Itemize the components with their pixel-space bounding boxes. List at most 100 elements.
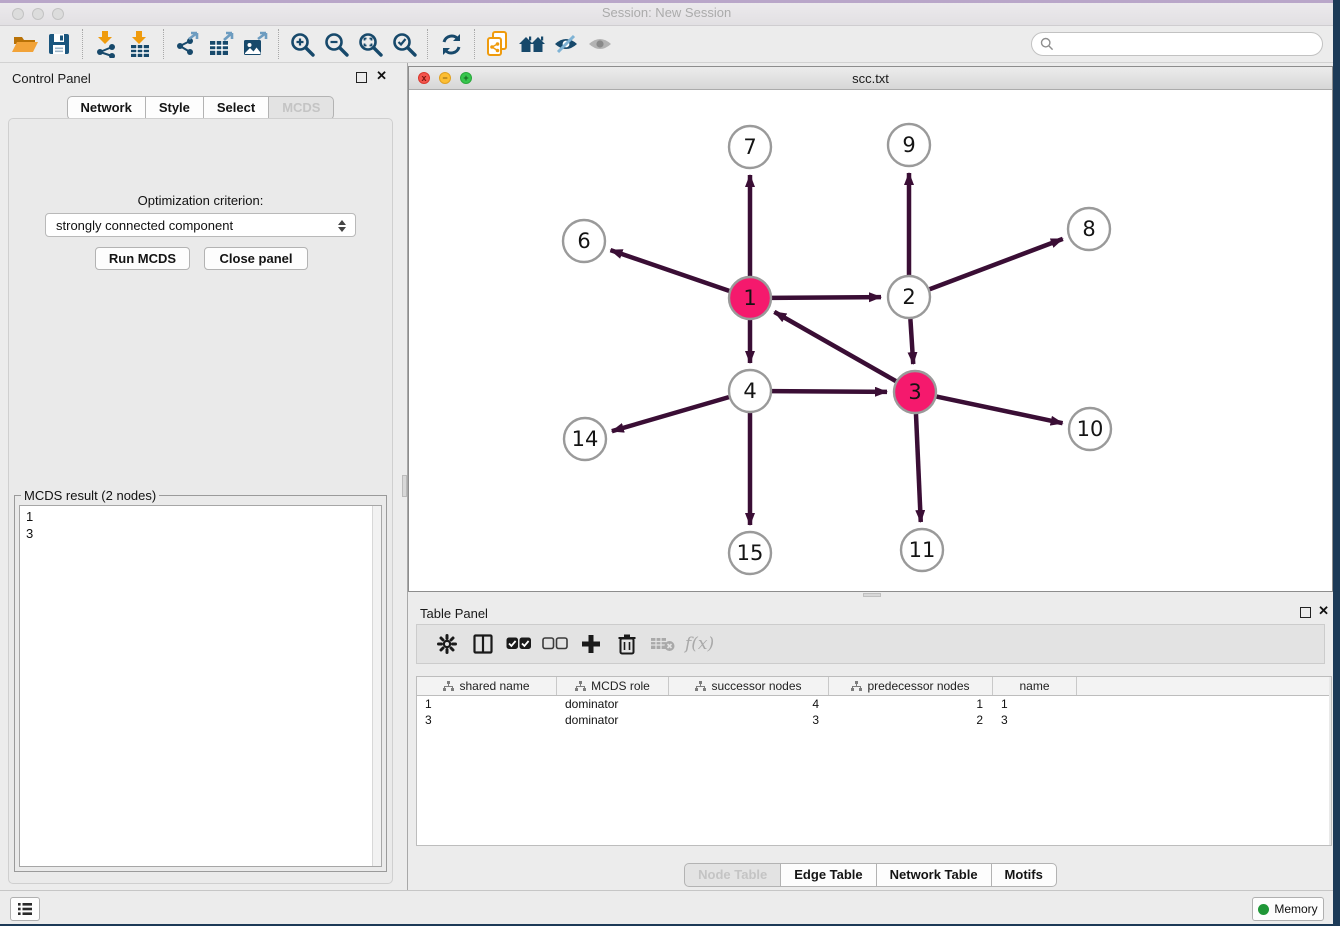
column-header-name[interactable]: name [993, 677, 1077, 695]
result-scrollbar[interactable] [372, 506, 381, 866]
zoom-fit-icon[interactable] [353, 29, 387, 59]
delete-table-icon[interactable] [645, 628, 681, 660]
import-network-file-icon[interactable] [89, 29, 123, 59]
vertical-splitter[interactable] [401, 63, 408, 890]
criterion-select[interactable]: strongly connected component [45, 213, 356, 237]
edge-2-8[interactable] [930, 239, 1063, 289]
tab-select[interactable]: Select [203, 96, 269, 120]
close-panel-icon[interactable]: ✕ [1318, 604, 1329, 618]
node-label-3: 3 [908, 380, 921, 404]
table-panel: Table Panel ✕ [408, 598, 1333, 890]
column-header-predecessor-nodes[interactable]: predecessor nodes [829, 677, 993, 695]
task-history-button[interactable] [10, 897, 40, 921]
export-table-icon[interactable] [204, 29, 238, 59]
splitter-handle[interactable] [863, 593, 881, 597]
table-cell[interactable]: 3 [417, 712, 557, 728]
network-window-titlebar[interactable]: x − + scc.txt [409, 67, 1332, 90]
memory-status-icon [1258, 904, 1269, 915]
tree-icon [695, 681, 706, 692]
column-header-MCDS-role[interactable]: MCDS role [557, 677, 669, 695]
search-input[interactable] [1059, 34, 1322, 54]
node-label-15: 15 [737, 541, 764, 565]
zoom-in-icon[interactable] [285, 29, 319, 59]
node-label-9: 9 [902, 133, 915, 157]
table-cell[interactable]: 1 [993, 696, 1077, 712]
result-line: 3 [26, 525, 375, 542]
open-session-icon[interactable] [8, 29, 42, 59]
column-header-shared-name[interactable]: shared name [417, 677, 557, 695]
tab-motifs[interactable]: Motifs [991, 863, 1057, 887]
home-layout-icon[interactable] [515, 29, 549, 59]
table-cell[interactable]: 3 [669, 712, 829, 728]
column-header-successor-nodes[interactable]: successor nodes [669, 677, 829, 695]
tab-style[interactable]: Style [145, 96, 204, 120]
table-cell[interactable]: 2 [829, 712, 993, 728]
function-builder-icon[interactable]: f(x) [681, 628, 714, 660]
clone-network-view-icon[interactable] [481, 29, 515, 59]
table-scrollbar[interactable] [1329, 677, 1331, 845]
refresh-view-icon[interactable] [434, 29, 468, 59]
node-label-6: 6 [577, 229, 590, 253]
zoom-selected-icon[interactable] [387, 29, 421, 59]
tab-edge-table[interactable]: Edge Table [780, 863, 876, 887]
table-row: 3dominator323 [417, 712, 1331, 728]
deselect-all-columns-icon[interactable] [537, 628, 573, 660]
delete-column-icon[interactable] [609, 628, 645, 660]
toolbar-separator [278, 29, 279, 59]
status-bar: Memory [0, 890, 1333, 924]
save-session-icon[interactable] [42, 29, 76, 59]
create-column-icon[interactable] [573, 628, 609, 660]
edge-1-6[interactable] [610, 250, 729, 291]
table-cell[interactable]: 1 [417, 696, 557, 712]
show-all-icon[interactable] [583, 29, 617, 59]
table-cell[interactable]: 4 [669, 696, 829, 712]
import-table-file-icon[interactable] [123, 29, 157, 59]
mcds-result-list[interactable]: 13 [19, 505, 382, 867]
tree-icon [851, 681, 862, 692]
app-window: Session: New Session [0, 0, 1333, 924]
table-options-icon[interactable] [429, 628, 465, 660]
mcds-result-group: MCDS result (2 nodes) 13 [14, 495, 387, 872]
splitter-handle[interactable] [402, 475, 407, 497]
result-line: 1 [26, 508, 375, 525]
table-cell[interactable]: dominator [557, 696, 669, 712]
control-panel-tabs: NetworkStyleSelectMCDS [0, 96, 401, 120]
table-cell[interactable]: 1 [829, 696, 993, 712]
node-label-4: 4 [743, 379, 756, 403]
edge-3-11[interactable] [916, 414, 921, 522]
toolbar-separator [474, 29, 475, 59]
float-panel-icon[interactable] [356, 72, 367, 83]
node-label-2: 2 [902, 285, 915, 309]
select-all-columns-icon[interactable] [501, 628, 537, 660]
tree-icon [443, 681, 454, 692]
export-image-icon[interactable] [238, 29, 272, 59]
network-canvas[interactable]: 7968124314101511 [409, 90, 1332, 591]
run-mcds-button[interactable]: Run MCDS [95, 247, 190, 270]
edge-3-1[interactable] [774, 312, 896, 381]
edge-4-14[interactable] [612, 397, 729, 431]
optimization-criterion-label: Optimization criterion: [9, 193, 392, 208]
close-panel-button[interactable]: Close panel [204, 247, 308, 270]
memory-button[interactable]: Memory [1252, 897, 1324, 921]
node-label-8: 8 [1082, 217, 1095, 241]
table-cell[interactable]: 3 [993, 712, 1077, 728]
export-network-icon[interactable] [170, 29, 204, 59]
show-columns-icon[interactable] [465, 628, 501, 660]
tab-mcds[interactable]: MCDS [268, 96, 334, 120]
table-cell[interactable]: dominator [557, 712, 669, 728]
tab-network-table[interactable]: Network Table [876, 863, 992, 887]
zoom-out-icon[interactable] [319, 29, 353, 59]
tab-node-table[interactable]: Node Table [684, 863, 781, 887]
float-panel-icon[interactable] [1300, 607, 1311, 618]
edge-3-10[interactable] [937, 397, 1063, 424]
edge-1-2[interactable] [772, 297, 881, 298]
hide-selected-icon[interactable] [549, 29, 583, 59]
close-panel-icon[interactable]: ✕ [376, 69, 387, 83]
edge-2-3[interactable] [910, 319, 913, 364]
toolbar-separator [163, 29, 164, 59]
search-icon [1040, 37, 1054, 51]
control-panel-title: Control Panel [12, 71, 91, 86]
criterion-value: strongly connected component [56, 218, 233, 233]
tab-network[interactable]: Network [67, 96, 146, 120]
edge-4-3[interactable] [772, 391, 887, 392]
